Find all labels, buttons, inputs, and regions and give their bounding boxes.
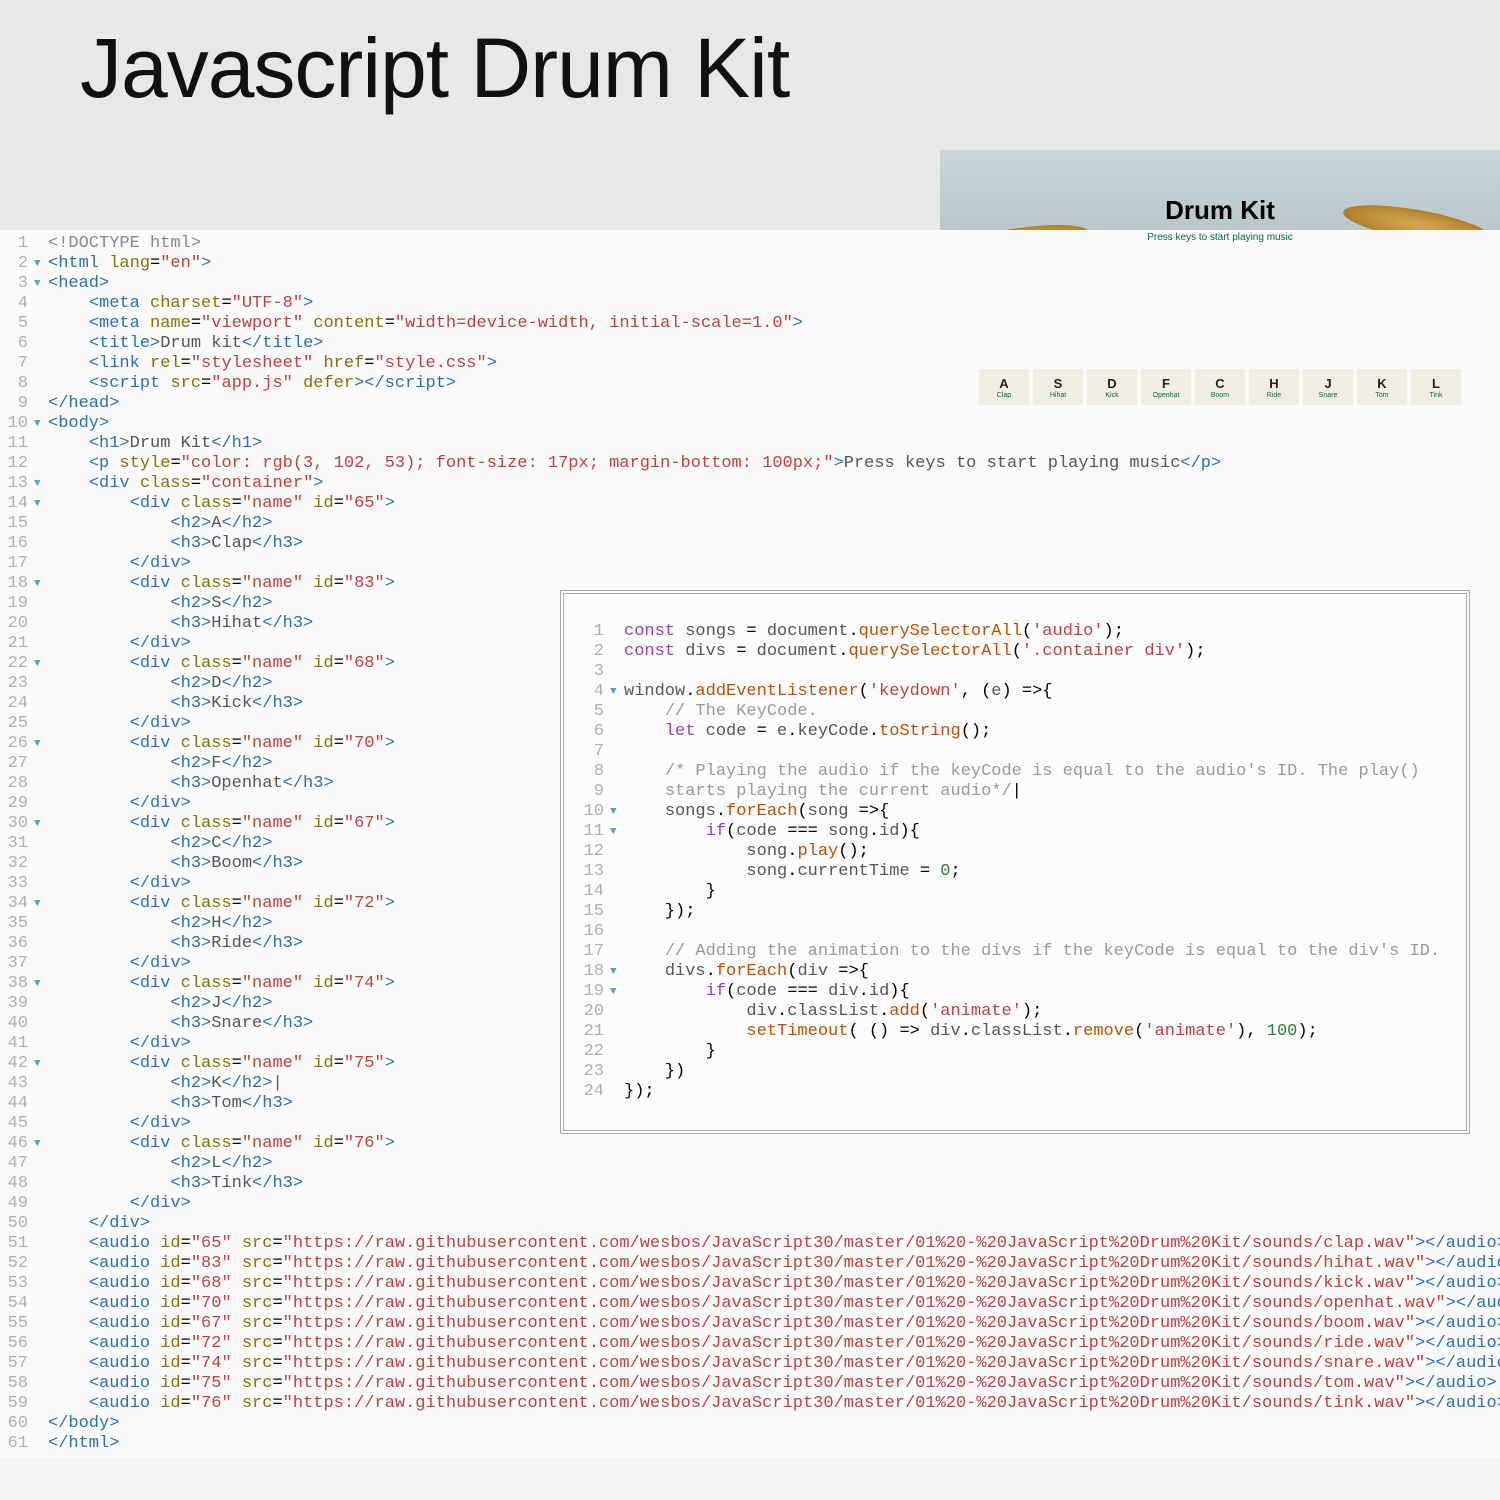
code-line[interactable]: 17 // Adding the animation to the divs i… [564,942,1458,962]
js-code-editor[interactable]: 1 const songs = document.querySelectorAl… [560,590,1470,1134]
code-line[interactable]: 10▼<body> [0,414,1500,434]
code-line[interactable]: 6 let code = e.keyCode.toString(); [564,722,1458,742]
code-line[interactable]: 22 } [564,1042,1458,1062]
code-line[interactable]: 8 /* Playing the audio if the keyCode is… [564,762,1458,782]
code-line[interactable]: 61 </html> [0,1434,1500,1454]
code-line[interactable]: 9 starts playing the current audio*/| [564,782,1458,802]
drum-key[interactable]: FOpenhat [1141,369,1191,405]
drum-key[interactable]: DKick [1087,369,1137,405]
code-line[interactable]: 46▼ <div class="name" id="76"> [0,1134,1500,1154]
code-line[interactable]: 24 }); [564,1082,1458,1102]
drum-key[interactable]: SHihat [1033,369,1083,405]
code-line[interactable]: 4▼window.addEventListener('keydown', (e)… [564,682,1458,702]
code-line[interactable]: 11 <h1>Drum Kit</h1> [0,434,1500,454]
code-line[interactable]: 14▼ <div class="name" id="65"> [0,494,1500,514]
code-line[interactable]: 14 } [564,882,1458,902]
code-line[interactable]: 51 <audio id="65" src="https://raw.githu… [0,1234,1500,1254]
code-line[interactable]: 52 <audio id="83" src="https://raw.githu… [0,1254,1500,1274]
code-line[interactable]: 2▼<html lang="en"> [0,254,1500,274]
drum-key[interactable]: LTink [1411,369,1461,405]
code-line[interactable]: 4 <meta charset="UTF-8"> [0,294,1500,314]
code-line[interactable]: 48 <h3>Tink</h3> [0,1174,1500,1194]
code-line[interactable]: 50 </div> [0,1214,1500,1234]
code-line[interactable]: 12 song.play(); [564,842,1458,862]
drum-key[interactable]: CBoom [1195,369,1245,405]
code-line[interactable]: 59 <audio id="76" src="https://raw.githu… [0,1394,1500,1414]
code-line[interactable]: 16 <h3>Clap</h3> [0,534,1500,554]
code-line[interactable]: 13 song.currentTime = 0; [564,862,1458,882]
code-line[interactable]: 5 // The KeyCode. [564,702,1458,722]
drum-key[interactable]: KTom [1357,369,1407,405]
code-line[interactable]: 15 }); [564,902,1458,922]
code-line[interactable]: 60 </body> [0,1414,1500,1434]
code-line[interactable]: 12 <p style="color: rgb(3, 102, 53); fon… [0,454,1500,474]
key-row: AClapSHihatDKickFOpenhatCBoomHRideJSnare… [979,369,1461,405]
code-line[interactable]: 23 }) [564,1062,1458,1082]
code-line[interactable]: 3▼<head> [0,274,1500,294]
code-line[interactable]: 13▼ <div class="container"> [0,474,1500,494]
drum-key[interactable]: HRide [1249,369,1299,405]
code-line[interactable]: 57 <audio id="74" src="https://raw.githu… [0,1354,1500,1374]
drum-key[interactable]: JSnare [1303,369,1353,405]
code-line[interactable]: 55 <audio id="67" src="https://raw.githu… [0,1314,1500,1334]
code-line[interactable]: 18▼ divs.forEach(div =>{ [564,962,1458,982]
code-line[interactable]: 15 <h2>A</h2> [0,514,1500,534]
code-line[interactable]: 58 <audio id="75" src="https://raw.githu… [0,1374,1500,1394]
preview-subtext: Press keys to start playing music [1147,232,1293,243]
code-line[interactable]: 7 [564,742,1458,762]
code-line[interactable]: 17 </div> [0,554,1500,574]
code-line[interactable]: 54 <audio id="70" src="https://raw.githu… [0,1294,1500,1314]
page-title: Javascript Drum Kit [80,20,1460,117]
preview-heading: Drum Kit [1165,195,1275,226]
code-line[interactable]: 6 <title>Drum kit</title> [0,334,1500,354]
code-line[interactable]: 3 [564,662,1458,682]
code-line[interactable]: 53 <audio id="68" src="https://raw.githu… [0,1274,1500,1294]
code-line[interactable]: 2 const divs = document.querySelectorAll… [564,642,1458,662]
code-line[interactable]: 47 <h2>L</h2> [0,1154,1500,1174]
code-line[interactable]: 11▼ if(code === song.id){ [564,822,1458,842]
code-line[interactable]: 21 setTimeout( () => div.classList.remov… [564,1022,1458,1042]
code-line[interactable]: 49 </div> [0,1194,1500,1214]
code-line[interactable]: 1 const songs = document.querySelectorAl… [564,622,1458,642]
code-line[interactable]: 19▼ if(code === div.id){ [564,982,1458,1002]
code-line[interactable]: 56 <audio id="72" src="https://raw.githu… [0,1334,1500,1354]
code-line[interactable]: 20 div.classList.add('animate'); [564,1002,1458,1022]
code-line[interactable]: 5 <meta name="viewport" content="width=d… [0,314,1500,334]
code-line[interactable]: 16 [564,922,1458,942]
drum-key[interactable]: AClap [979,369,1029,405]
code-line[interactable]: 10▼ songs.forEach(song =>{ [564,802,1458,822]
